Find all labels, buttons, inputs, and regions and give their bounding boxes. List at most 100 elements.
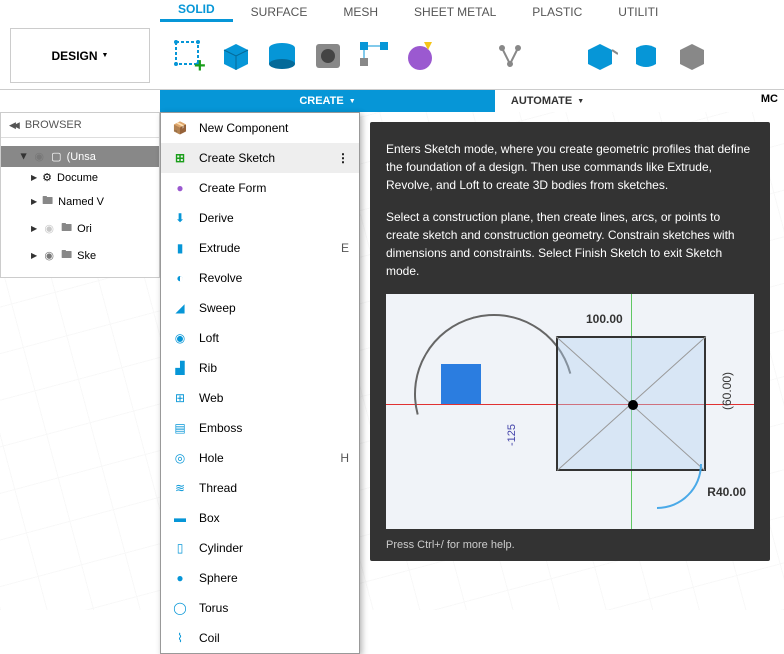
menu-sweep[interactable]: ◢Sweep — [161, 293, 359, 323]
pattern-tool-icon[interactable] — [354, 36, 394, 76]
browser-panel: BROWSER ▶ ◉ ▢ (Unsa ▶ ⚙ Docume ▶ 🖿 Named… — [0, 112, 160, 278]
shortcut-label: H — [340, 451, 349, 465]
dim-radius: R40.00 — [707, 485, 746, 499]
hole-tool-icon[interactable] — [308, 36, 348, 76]
menu-label: Revolve — [199, 271, 242, 285]
tree-label: Ori — [77, 223, 92, 235]
menu-label: Rib — [199, 361, 217, 375]
menu-new-component[interactable]: 📦 New Component — [161, 113, 359, 143]
tooltip-para1: Enters Sketch mode, where you create geo… — [386, 140, 754, 194]
torus-icon: ◯ — [171, 599, 189, 617]
tab-utilities[interactable]: UTILITI — [600, 2, 676, 22]
tree-item-sketches[interactable]: ▶ ◉ 🖿 Ske — [1, 242, 159, 269]
folder-icon: 🖿 — [61, 246, 72, 265]
form-tool-icon[interactable] — [400, 36, 440, 76]
expand-icon: ▶ — [31, 224, 37, 233]
extrude-icon: ▮ — [171, 239, 189, 257]
folder-icon: 🖿 — [61, 219, 72, 238]
automate-tools — [480, 22, 540, 89]
component-icon: ▢ — [51, 150, 61, 163]
tab-solid[interactable]: SOLID — [160, 0, 233, 22]
sketch-icon: ⊞ — [171, 149, 189, 167]
menu-label: New Component — [199, 121, 288, 135]
menu-create-form[interactable]: ● Create Form — [161, 173, 359, 203]
plastic-box-icon[interactable] — [580, 36, 620, 76]
tree-label: Docume — [57, 172, 98, 184]
expand-icon: ▶ — [20, 153, 29, 159]
cylinder-tool-icon[interactable] — [262, 36, 302, 76]
tree-label: Named V — [58, 196, 104, 208]
browser-header[interactable]: BROWSER — [1, 113, 159, 138]
tab-sheet-metal[interactable]: SHEET METAL — [396, 2, 514, 22]
browser-tree: ▶ ◉ ▢ (Unsa ▶ ⚙ Docume ▶ 🖿 Named V ▶ ◉ 🖿… — [1, 138, 159, 277]
hole-icon: ◎ — [171, 449, 189, 467]
menu-label: Thread — [199, 481, 237, 495]
menu-emboss[interactable]: ▤Emboss — [161, 413, 359, 443]
menu-sphere[interactable]: ●Sphere — [161, 563, 359, 593]
tooltip-footer: Press Ctrl+/ for more help. — [386, 539, 754, 551]
tree-item-named-views[interactable]: ▶ 🖿 Named V — [1, 188, 159, 215]
menu-label: Torus — [199, 601, 228, 615]
plastic-shell-icon[interactable] — [626, 36, 666, 76]
box-tool-icon[interactable] — [216, 36, 256, 76]
new-component-icon: 📦 — [171, 119, 189, 137]
tab-surface[interactable]: SURFACE — [233, 2, 326, 22]
menu-loft[interactable]: ◉ Loft — [161, 323, 359, 353]
form-icon: ● — [171, 179, 189, 197]
tree-root[interactable]: ▶ ◉ ▢ (Unsa — [1, 146, 159, 167]
menu-revolve[interactable]: ◐ Revolve — [161, 263, 359, 293]
tree-label: (Unsa — [67, 151, 96, 163]
menu-label: Coil — [199, 631, 220, 645]
visibility-icon[interactable]: ◉ — [42, 249, 56, 262]
tree-item-document[interactable]: ▶ ⚙ Docume — [1, 167, 159, 188]
tree-item-origin[interactable]: ▶ ◉ 🖿 Ori — [1, 215, 159, 242]
dim-left: -125 — [506, 424, 518, 446]
panel-bar: CREATE AUTOMATE MC — [0, 90, 784, 112]
mc-label: MC — [755, 90, 784, 112]
ribbon-tabs: SOLID SURFACE MESH SHEET METAL PLASTIC U… — [0, 0, 784, 22]
menu-cylinder[interactable]: ▯ Cylinder — [161, 533, 359, 563]
menu-label: Emboss — [199, 421, 242, 435]
tab-mesh[interactable]: MESH — [325, 2, 396, 22]
loft-icon: ◉ — [171, 329, 189, 347]
menu-label: Sweep — [199, 301, 236, 315]
menu-torus[interactable]: ◯ Torus — [161, 593, 359, 623]
visibility-icon[interactable]: ◉ — [32, 150, 46, 163]
dim-right: (60.00) — [720, 372, 734, 410]
tree-label: Ske — [77, 250, 96, 262]
menu-hole[interactable]: ◎ Hole H — [161, 443, 359, 473]
menu-derive[interactable]: ⬇Derive — [161, 203, 359, 233]
automate-panel-button[interactable]: AUTOMATE — [495, 90, 600, 112]
create-dropdown-menu: 📦 New Component ⊞ Create Sketch ● Create Fo… — [160, 112, 360, 654]
menu-create-sketch[interactable]: ⊞ Create Sketch — [161, 143, 359, 173]
menu-rib[interactable]: ▟Rib — [161, 353, 359, 383]
menu-coil[interactable]: ⌇ Coil — [161, 623, 359, 653]
menu-label: Loft — [199, 331, 219, 345]
visibility-hidden-icon[interactable]: ◉ — [42, 222, 56, 235]
automate-icon[interactable] — [490, 36, 530, 76]
tab-plastic[interactable]: PLASTIC — [514, 2, 600, 22]
menu-label: Cylinder — [199, 541, 243, 555]
tooltip-preview-image: 100.00 (60.00) R40.00 -125 — [386, 294, 754, 529]
design-workspace-button[interactable]: DESIGN — [10, 28, 150, 83]
plastic-rib-icon[interactable] — [672, 36, 712, 76]
expand-icon: ▶ — [31, 197, 37, 206]
sphere-icon: ● — [171, 569, 189, 587]
expand-icon: ▶ — [31, 251, 37, 260]
tooltip-para2: Select a construction plane, then create… — [386, 208, 754, 280]
menu-label: Create Form — [199, 181, 266, 195]
sketch-tool-icon[interactable]: + — [170, 36, 210, 76]
menu-box[interactable]: ▬Box — [161, 503, 359, 533]
menu-label: Create Sketch — [199, 151, 275, 165]
menu-label: Hole — [199, 451, 224, 465]
menu-web[interactable]: ⊞Web — [161, 383, 359, 413]
coil-icon: ⌇ — [171, 629, 189, 647]
derive-icon: ⬇ — [171, 209, 189, 227]
create-panel-button[interactable]: CREATE — [160, 90, 495, 112]
menu-thread[interactable]: ≋Thread — [161, 473, 359, 503]
menu-extrude[interactable]: ▮ExtrudeE — [161, 233, 359, 263]
revolve-icon: ◐ — [171, 269, 189, 287]
gear-icon: ⚙ — [42, 171, 52, 184]
cylinder-icon: ▯ — [171, 539, 189, 557]
workspace-canvas[interactable]: BROWSER ▶ ◉ ▢ (Unsa ▶ ⚙ Docume ▶ 🖿 Named… — [0, 112, 784, 610]
